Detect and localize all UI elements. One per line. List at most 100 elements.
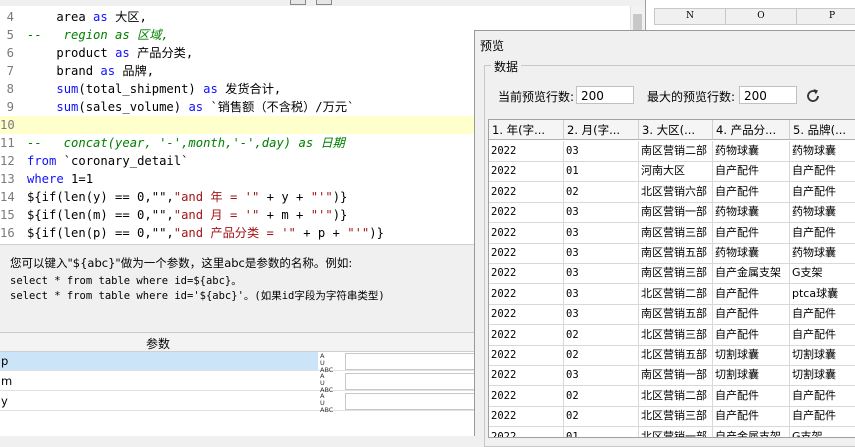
- grid-cell: 自产配件: [713, 161, 790, 182]
- grid-cell: 03: [564, 365, 639, 386]
- grid-row[interactable]: 2022 02 北区营销五部 切割球囊 切割球囊: [489, 345, 855, 366]
- max-rows-input[interactable]: 200: [739, 86, 797, 104]
- code-token: -- region as 区域,: [27, 28, 169, 42]
- max-rows-label: 最大的预览行数:: [647, 90, 736, 104]
- current-rows-label: 当前预览行数:: [498, 90, 575, 104]
- grid-cell: 02: [564, 324, 639, 345]
- line-number: 7: [6, 64, 14, 78]
- code-token: 发货合计,: [217, 82, 282, 96]
- code-token: 品牌,: [115, 64, 155, 78]
- grid-row[interactable]: 2022 02 北区营销六部 自产配件 自产配件: [489, 181, 855, 203]
- grid-cell: 药物球囊: [713, 202, 790, 223]
- code-token: from: [27, 154, 57, 168]
- code-token: 1=1: [63, 172, 94, 186]
- grid-cell: 切割球囊: [790, 365, 855, 385]
- grid-row[interactable]: 2022 03 南区营销五部 自产配件 自产配件: [489, 304, 855, 326]
- parameter-name: p: [0, 352, 318, 370]
- preview-dialog: 预览 数据 当前预览行数: 200 最大的预览行数: 200 1. 年(字...…: [474, 30, 855, 447]
- grid-cell: 药物球囊: [790, 141, 855, 161]
- line-number: 14: [0, 190, 15, 204]
- parameter-name: y: [1, 394, 8, 408]
- preview-grid: 1. 年(字... 2. 月(字... 3. 大区(... 4. 产品分... 5. 品…: [488, 119, 855, 438]
- grid-cell: 切割球囊: [790, 345, 855, 365]
- grid-cell: 2022: [489, 365, 564, 386]
- line-number: 12: [0, 154, 15, 168]
- grid-row[interactable]: 2022 03 南区营销三部 自产配件 自产配件: [489, 222, 855, 244]
- code-token: "and 产品分类 = '": [173, 226, 296, 240]
- code-text: area as 大区,: [27, 8, 146, 26]
- code-token: ${if(len(p) == 0,"",: [27, 226, 174, 240]
- code-text: ${if(len(y) == 0,"","and 年 = '" + y + "'…: [27, 188, 347, 206]
- grid-cell: 南区营销一部: [639, 365, 713, 386]
- grid-cell: 北区营销五部: [639, 345, 713, 365]
- line-number: 9: [6, 100, 14, 114]
- grid-column-header[interactable]: 4. 产品分...: [713, 120, 790, 140]
- line-number: 5: [6, 28, 14, 42]
- type-selector-icon[interactable]: A U ABC: [320, 373, 342, 394]
- grid-row[interactable]: 2022 03 南区营销五部 药物球囊 药物球囊: [489, 243, 855, 264]
- grid-cell: 自产配件: [713, 283, 790, 304]
- grid-cell: 2022: [489, 263, 564, 284]
- grid-cell: 药物球囊: [790, 202, 855, 222]
- code-token: "'": [310, 190, 333, 204]
- sheet-column-header-p[interactable]: P: [796, 8, 855, 25]
- line-number: 6: [6, 46, 14, 60]
- code-line[interactable]: 4 area as 大区,: [0, 8, 645, 26]
- line-number: 11: [0, 136, 15, 150]
- grid-row[interactable]: 2022 03 北区营销二部 自产配件 ptca球囊: [489, 283, 855, 305]
- grid-column-header[interactable]: 3. 大区(...: [639, 120, 713, 140]
- code-text: sum(total_shipment) as 发货合计,: [27, 80, 281, 98]
- grid-cell: 03: [564, 304, 639, 325]
- sheet-column-header-o[interactable]: O: [725, 8, 797, 25]
- data-group-label: 数据: [491, 58, 522, 75]
- grid-row[interactable]: 2022 01 河南大区 自产配件 自产配件: [489, 161, 855, 183]
- grid-cell: 03: [564, 243, 639, 263]
- type-selector-icon[interactable]: A U ABC: [320, 353, 342, 374]
- grid-cell: 2022: [489, 385, 564, 406]
- grid-row[interactable]: 2022 03 南区营销一部 药物球囊 药物球囊: [489, 202, 855, 224]
- grid-cell: 切割球囊: [713, 365, 790, 386]
- code-token: sum: [56, 100, 79, 114]
- grid-cell: 北区营销二部: [639, 283, 713, 304]
- grid-cell: 自产配件: [790, 386, 855, 406]
- help-example-1: select * from table where id=${abc}。: [10, 275, 242, 287]
- grid-row[interactable]: 2022 02 北区营销三部 自产配件 自产配件: [489, 406, 855, 428]
- grid-cell: 2022: [489, 161, 564, 182]
- current-rows-input[interactable]: 200: [576, 86, 634, 104]
- grid-cell: 03: [564, 202, 639, 223]
- type-selector-icon[interactable]: A U ABC: [320, 393, 342, 414]
- grid-cell: 自产金属支架: [713, 426, 790, 437]
- code-text: -- concat(year, '-',month,'-',day) as 日期: [27, 134, 345, 152]
- code-text: ${if(len(m) == 0,"","and 月 = '" + m + "'…: [27, 206, 347, 224]
- grid-row[interactable]: 2022 01 北区营销一部 自产金属支架 G支架: [489, 426, 855, 437]
- grid-cell: 北区营销一部: [639, 426, 713, 437]
- line-number: 16: [0, 226, 15, 240]
- grid-cell: 2022: [489, 283, 564, 304]
- grid-column-header[interactable]: 2. 月(字...: [564, 120, 639, 140]
- grid-column-header[interactable]: 1. 年(字...: [489, 120, 564, 140]
- toolbar-button[interactable]: [290, 0, 306, 5]
- grid-row[interactable]: 2022 03 南区营销一部 切割球囊 切割球囊: [489, 365, 855, 387]
- code-token: `coronary_detail`: [56, 154, 189, 168]
- grid-row[interactable]: 2022 02 北区营销二部 自产配件 自产配件: [489, 385, 855, 407]
- grid-row[interactable]: 2022 03 南区营销三部 自产金属支架 G支架: [489, 263, 855, 285]
- toolbar-button[interactable]: [316, 0, 332, 5]
- code-token: + m +: [259, 208, 311, 222]
- code-token: )}: [369, 226, 384, 240]
- grid-row[interactable]: 2022 03 南区营销二部 药物球囊 药物球囊: [489, 141, 855, 162]
- preview-title: 预览: [480, 39, 505, 53]
- sheet-column-header-n[interactable]: N: [654, 8, 726, 25]
- grid-cell: 01: [564, 161, 639, 182]
- grid-row[interactable]: 2022 02 北区营销三部 自产配件 自产配件: [489, 324, 855, 346]
- grid-cell: 01: [564, 426, 639, 437]
- grid-cell: G支架: [790, 427, 855, 437]
- line-number: 8: [6, 82, 14, 96]
- code-token: as: [115, 46, 130, 60]
- grid-cell: 2022: [489, 324, 564, 345]
- grid-cell: 自产配件: [790, 161, 855, 181]
- grid-cell: 自产配件: [790, 406, 855, 426]
- grid-cell: 北区营销三部: [639, 406, 713, 427]
- refresh-button[interactable]: [803, 86, 823, 106]
- grid-column-header[interactable]: 5. 品牌(...: [790, 120, 855, 140]
